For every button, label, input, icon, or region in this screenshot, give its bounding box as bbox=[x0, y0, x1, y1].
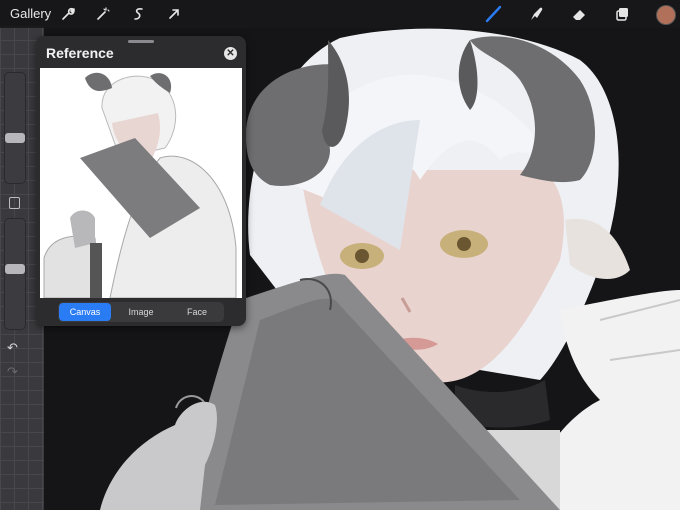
wrench-icon[interactable] bbox=[58, 4, 78, 24]
panel-drag-handle[interactable] bbox=[128, 40, 154, 43]
close-icon[interactable]: ✕ bbox=[224, 47, 237, 60]
brush-size-slider[interactable] bbox=[4, 72, 26, 184]
top-toolbar: Gallery bbox=[0, 0, 680, 28]
brush-size-thumb[interactable] bbox=[5, 133, 25, 143]
tab-face[interactable]: Face bbox=[171, 303, 223, 321]
modify-button[interactable] bbox=[9, 197, 20, 209]
left-sidebar: ↶ ↷ bbox=[2, 70, 26, 380]
opacity-thumb[interactable] bbox=[5, 264, 25, 274]
magic-wand-icon[interactable] bbox=[93, 4, 113, 24]
tab-canvas[interactable]: Canvas bbox=[59, 303, 111, 321]
layers-icon[interactable] bbox=[612, 4, 632, 24]
eraser-icon[interactable] bbox=[569, 4, 589, 24]
transform-arrow-icon[interactable] bbox=[164, 4, 184, 24]
smudge-icon[interactable] bbox=[526, 4, 546, 24]
gallery-button[interactable]: Gallery bbox=[10, 6, 51, 21]
selection-icon[interactable] bbox=[129, 4, 149, 24]
opacity-slider[interactable] bbox=[4, 218, 26, 330]
undo-icon[interactable]: ↶ bbox=[7, 340, 18, 356]
reference-panel: Reference ✕ Canvas Image Face bbox=[36, 36, 246, 326]
reference-mode-selector: Canvas Image Face bbox=[58, 302, 224, 322]
reference-title: Reference bbox=[46, 45, 114, 61]
brush-icon[interactable] bbox=[484, 4, 504, 24]
reference-preview bbox=[40, 68, 242, 298]
tab-image[interactable]: Image bbox=[115, 303, 167, 321]
redo-icon[interactable]: ↷ bbox=[7, 364, 18, 380]
color-picker-swatch[interactable] bbox=[656, 5, 676, 25]
